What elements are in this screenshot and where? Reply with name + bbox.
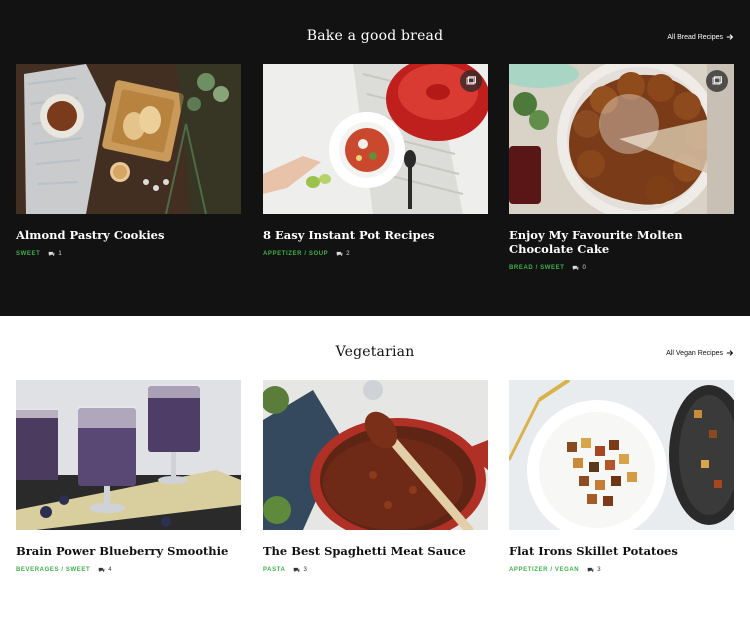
recipe-title[interactable]: Flat Irons Skillet Potatoes — [509, 544, 734, 558]
comment-icon — [573, 265, 579, 271]
recipe-categories[interactable]: APPETIZER / SOUP — [263, 251, 328, 257]
gallery-badge[interactable] — [706, 70, 728, 92]
arrow-right-icon — [726, 34, 734, 40]
recipe-title[interactable]: The Best Spaghetti Meat Sauce — [263, 544, 488, 558]
comment-number: 4 — [108, 567, 112, 573]
comment-icon — [98, 567, 105, 573]
recipe-image[interactable] — [509, 380, 734, 530]
recipe-meta: PASTA 3 — [263, 567, 307, 573]
comment-count[interactable]: 3 — [587, 567, 601, 573]
recipe-categories[interactable]: PASTA — [263, 567, 285, 573]
comment-number: 0 — [582, 265, 586, 271]
all-bread-recipes-link[interactable]: All Bread Recipes — [667, 33, 734, 41]
comment-number: 3 — [597, 567, 601, 573]
comment-icon — [294, 567, 300, 573]
comment-count[interactable]: 0 — [572, 265, 586, 271]
comment-count[interactable]: 4 — [98, 567, 112, 573]
recipe-title[interactable]: Almond Pastry Cookies — [16, 228, 241, 242]
recipe-categories[interactable]: BEVERAGES / SWEET — [16, 567, 90, 573]
section-title: Vegetarian — [335, 344, 415, 360]
recipe-image[interactable] — [263, 64, 488, 214]
recipe-title[interactable]: Enjoy My Favourite Molten Chocolate Cake — [509, 228, 734, 256]
link-label: All Vegan Recipes — [666, 349, 723, 357]
bread-section: Bake a good bread All Bread Recipes Almo… — [0, 0, 750, 316]
recipe-meta: BREAD / SWEET 0 — [509, 265, 586, 271]
arrow-right-icon — [726, 350, 734, 356]
recipe-categories[interactable]: BREAD / SWEET — [509, 265, 564, 271]
comment-icon — [336, 251, 343, 257]
comment-count[interactable]: 1 — [48, 251, 62, 257]
gallery-icon — [466, 76, 476, 85]
gallery-icon — [712, 76, 722, 85]
recipe-title[interactable]: 8 Easy Instant Pot Recipes — [263, 228, 488, 242]
section-title: Bake a good bread — [306, 28, 444, 44]
recipe-title[interactable]: Brain Power Blueberry Smoothie — [16, 544, 241, 558]
recipe-categories[interactable]: APPETIZER / VEGAN — [509, 567, 579, 573]
comment-number: 1 — [58, 251, 62, 257]
recipe-image[interactable] — [263, 380, 488, 530]
vegetarian-section: Vegetarian All Vegan Recipes Brain Power… — [0, 316, 750, 619]
gallery-badge[interactable] — [460, 70, 482, 92]
recipe-meta: BEVERAGES / SWEET 4 — [16, 567, 112, 573]
comment-number: 3 — [303, 567, 307, 573]
recipe-image[interactable] — [509, 64, 734, 214]
recipe-meta: APPETIZER / VEGAN 3 — [509, 567, 601, 573]
recipe-image[interactable] — [16, 380, 241, 530]
recipe-categories[interactable]: SWEET — [16, 251, 40, 257]
comment-count[interactable]: 2 — [336, 251, 350, 257]
comment-icon — [587, 567, 594, 573]
comment-icon — [49, 251, 55, 257]
recipe-meta: SWEET 1 — [16, 251, 62, 257]
comment-number: 2 — [346, 251, 350, 257]
recipe-image[interactable] — [16, 64, 241, 214]
recipe-meta: APPETIZER / SOUP 2 — [263, 251, 350, 257]
link-label: All Bread Recipes — [667, 33, 723, 41]
all-vegan-recipes-link[interactable]: All Vegan Recipes — [666, 349, 734, 357]
comment-count[interactable]: 3 — [293, 567, 307, 573]
